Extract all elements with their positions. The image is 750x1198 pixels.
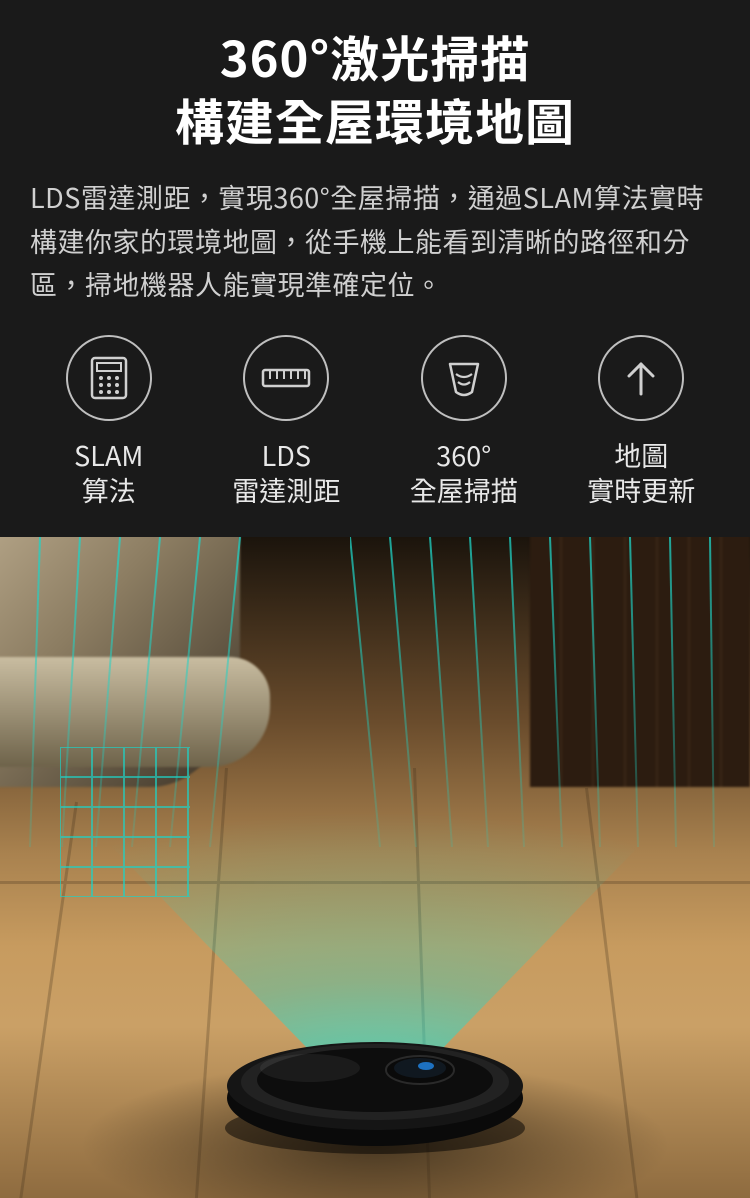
feature-sub: 算法: [82, 472, 136, 507]
feature-360: 360° 全屋掃描: [384, 335, 544, 507]
feature-title: 360°: [436, 437, 491, 472]
scan-cone-icon: [421, 335, 507, 421]
hero-illustration: [0, 537, 750, 1198]
feature-slam: SLAM 算法: [29, 335, 189, 507]
calculator-icon: [66, 335, 152, 421]
scan-grid-sofa: [60, 747, 190, 897]
title-line-1: 360°激光掃描: [220, 21, 531, 92]
feature-sub: 實時更新: [587, 472, 695, 507]
page-title: 360°激光掃描 構建全屋環境地圖: [0, 0, 750, 151]
feature-sub: 雷達測距: [232, 472, 340, 507]
feature-map-update: 地圖 實時更新: [561, 335, 721, 507]
feature-title: 地圖: [614, 437, 668, 472]
feature-lds: LDS 雷達測距: [206, 335, 366, 507]
feature-title: SLAM: [74, 437, 143, 472]
feature-row: SLAM 算法 LDS 雷達測距: [0, 305, 750, 527]
title-line-2: 構建全屋環境地圖: [175, 84, 575, 155]
scan-grid-right: [350, 537, 750, 847]
arrow-up-icon: [598, 335, 684, 421]
feature-sub: 全屋掃描: [410, 472, 518, 507]
robot-vacuum: [220, 1028, 530, 1158]
page-description: LDS雷達測距，實現360°全屋掃描，通過SLAM算法實時構建你家的環境地圖，從…: [0, 151, 750, 305]
product-feature-panel: 360°激光掃描 構建全屋環境地圖 LDS雷達測距，實現360°全屋掃描，通過S…: [0, 0, 750, 1198]
ruler-icon: [243, 335, 329, 421]
feature-title: LDS: [262, 437, 311, 472]
